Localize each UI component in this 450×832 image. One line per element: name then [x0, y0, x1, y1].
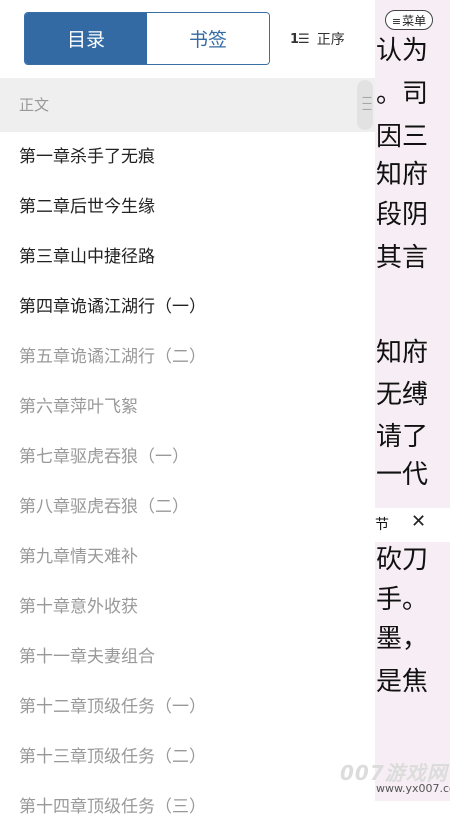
chapter-item[interactable]: 第三章山中捷径路	[0, 232, 375, 282]
sort-label: 正序	[316, 32, 345, 48]
reader-line: 知府	[376, 160, 429, 190]
tip-text: 节	[375, 517, 389, 533]
chapter-item[interactable]: 第九章情天难补	[0, 532, 375, 582]
reader-line: 一代	[376, 460, 429, 490]
reader-line: 。司	[376, 79, 429, 109]
menu-button[interactable]: ≡菜单	[385, 10, 433, 30]
reader-line: 请了	[376, 422, 429, 452]
reader-line: 砍刀	[376, 545, 429, 575]
chapter-item[interactable]: 第一章杀手了无痕	[0, 132, 375, 182]
chapter-item[interactable]: 第十三章顶级任务（二）	[0, 732, 375, 782]
chapter-item[interactable]: 第十二章顶级任务（一）	[0, 682, 375, 732]
chapter-list: 正文 第一章杀手了无痕 第二章后世今生缘 第三章山中捷径路 第四章诡谲江湖行（一） 第五…	[0, 78, 375, 832]
reader-line: 知府	[376, 338, 429, 368]
menu-label: 菜单	[402, 14, 427, 28]
chapter-item[interactable]: 第八章驱虎吞狼（二）	[0, 482, 375, 532]
tab-bookmark[interactable]: 书签	[147, 13, 269, 64]
volume-header: 正文	[0, 78, 375, 132]
reader-line: 手。	[376, 585, 429, 615]
chapter-item[interactable]: 第十一章夫妻组合	[0, 632, 375, 682]
catalog-drawer: 目录 书签 1☰ 正序 正文 第一章杀手了无痕 第二章后世今生缘 第三章山中捷径路第…	[0, 0, 375, 817]
sort-order-icon: 1☰	[290, 31, 310, 47]
chapter-item[interactable]: 第四章诡谲江湖行（一）	[0, 282, 375, 332]
reader-line: 段阴	[376, 200, 429, 230]
tab-bar: 目录 书签	[24, 12, 270, 65]
reader-line: 无缚	[376, 380, 429, 410]
menu-icon: ≡	[391, 15, 402, 28]
chapter-item[interactable]: 第十四章顶级任务（三）	[0, 782, 375, 832]
reader-line: 墨，	[376, 624, 429, 654]
reader-line: 认为	[376, 36, 429, 66]
chapter-item[interactable]: 第五章诡谲江湖行（二）	[0, 332, 375, 382]
grip-icon: — — —	[362, 92, 372, 115]
tab-catalog[interactable]: 目录	[25, 13, 147, 64]
reader-line: 是焦	[376, 667, 429, 697]
chapter-item[interactable]: 第六章萍叶飞絮	[0, 382, 375, 432]
chapter-item[interactable]: 第二章后世今生缘	[0, 182, 375, 232]
sort-toggle[interactable]: 1☰ 正序	[290, 29, 345, 49]
reader-line: 其言	[376, 243, 429, 273]
watermark-url: www.yx007.com	[376, 782, 450, 795]
chapter-item[interactable]: 第十章意外收获	[0, 582, 375, 632]
chapter-item[interactable]: 第七章驱虎吞狼（一）	[0, 432, 375, 482]
reader-line: 因三	[376, 122, 429, 152]
close-icon[interactable]: ✕	[411, 511, 426, 532]
